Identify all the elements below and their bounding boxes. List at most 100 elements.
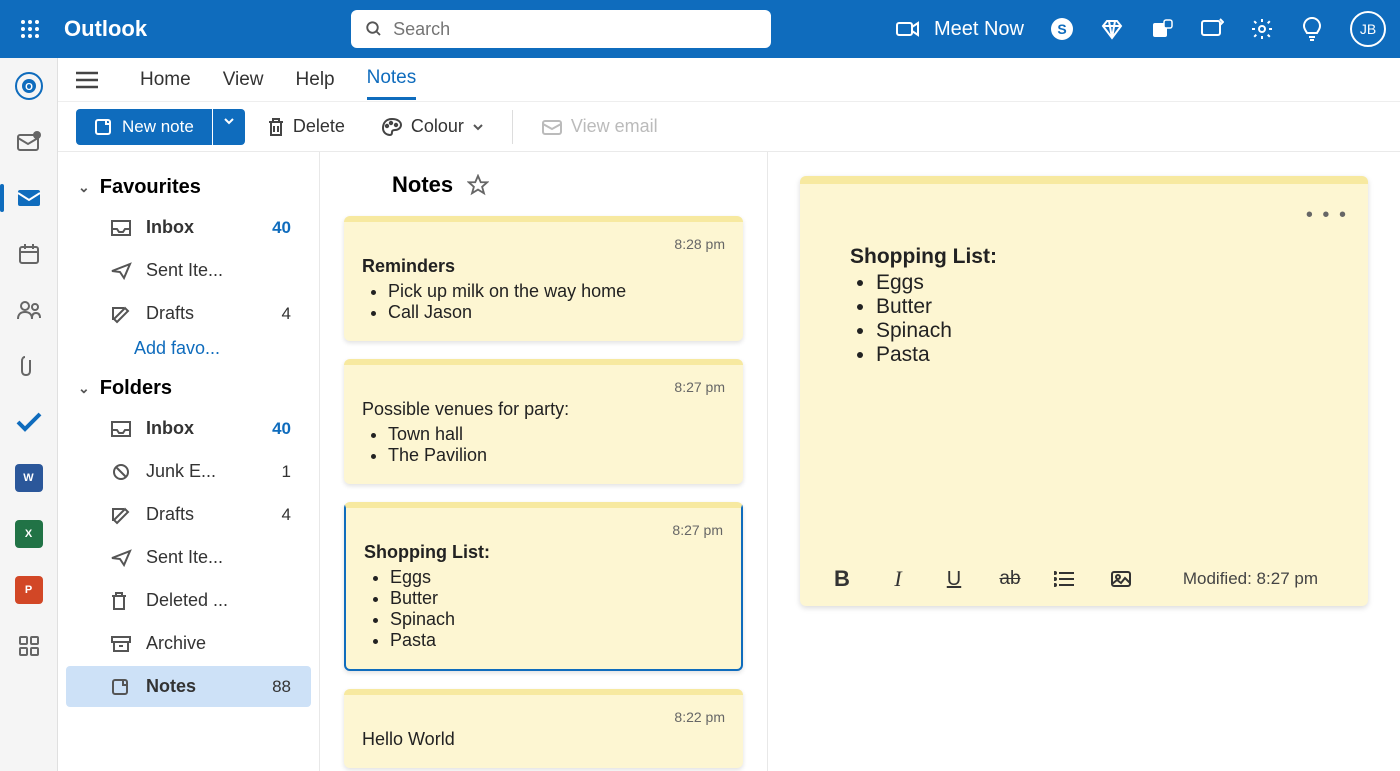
folder-count: 4 bbox=[282, 505, 291, 525]
note-body: RemindersPick up milk on the way homeCal… bbox=[362, 256, 725, 323]
new-note-dropdown[interactable] bbox=[213, 109, 245, 145]
note-card[interactable]: 8:27 pm Possible venues for party:Town ha… bbox=[344, 359, 743, 484]
trash-icon bbox=[110, 591, 132, 611]
folder-notes[interactable]: Notes 88 bbox=[66, 666, 311, 707]
folder-label: Sent Ite... bbox=[146, 260, 223, 281]
note-card[interactable]: 8:28 pmRemindersPick up milk on the way … bbox=[344, 216, 743, 341]
folder-label: Notes bbox=[146, 676, 196, 697]
notes-icon bbox=[110, 677, 132, 697]
tab-home[interactable]: Home bbox=[140, 61, 191, 99]
folder-junk[interactable]: Junk E... 1 bbox=[66, 451, 311, 492]
email-icon bbox=[541, 118, 563, 136]
bold-button[interactable]: B bbox=[830, 566, 854, 592]
list-button[interactable] bbox=[1054, 571, 1078, 587]
rail-mail-icon[interactable] bbox=[11, 180, 47, 216]
folder-count: 88 bbox=[272, 677, 291, 697]
settings-icon[interactable] bbox=[1250, 17, 1274, 41]
draft-icon bbox=[110, 304, 132, 324]
image-button[interactable] bbox=[1110, 570, 1134, 588]
skype-icon[interactable]: S bbox=[1050, 17, 1074, 41]
tab-view[interactable]: View bbox=[223, 61, 264, 99]
folder-count: 4 bbox=[282, 304, 291, 324]
premium-icon[interactable] bbox=[1100, 17, 1124, 41]
rail-outlook-icon[interactable]: O bbox=[11, 68, 47, 104]
note-card[interactable]: 8:22 pmHello World bbox=[344, 689, 743, 768]
folder-sent-fav[interactable]: Sent Ite... bbox=[66, 250, 311, 291]
search-input[interactable] bbox=[393, 19, 757, 40]
favourites-section[interactable]: ⌄ Favourites bbox=[58, 170, 319, 205]
rail-people-icon[interactable] bbox=[11, 292, 47, 328]
folder-count: 40 bbox=[272, 218, 291, 238]
colour-button[interactable]: Colour bbox=[367, 108, 498, 145]
folder-label: Junk E... bbox=[146, 461, 216, 482]
folder-label: Drafts bbox=[146, 504, 194, 525]
folder-deleted[interactable]: Deleted ... bbox=[66, 580, 311, 621]
folder-inbox[interactable]: Inbox 40 bbox=[66, 408, 311, 449]
user-avatar[interactable]: JB bbox=[1350, 11, 1386, 47]
folder-label: Archive bbox=[146, 633, 206, 654]
send-icon bbox=[110, 549, 132, 567]
note-editor[interactable]: • • • Shopping List: EggsButterSpinachPa… bbox=[800, 176, 1368, 606]
svg-text:S: S bbox=[1057, 21, 1066, 37]
folder-sent[interactable]: Sent Ite... bbox=[66, 537, 311, 578]
note-menu-icon[interactable]: • • • bbox=[850, 204, 1348, 227]
archive-icon bbox=[110, 635, 132, 653]
video-icon bbox=[896, 20, 920, 38]
app-launcher-icon[interactable] bbox=[14, 13, 46, 45]
note-body: Possible venues for party:Town hallThe P… bbox=[362, 399, 725, 466]
rail-powerpoint-icon[interactable]: P bbox=[11, 572, 47, 608]
italic-button[interactable]: I bbox=[886, 566, 910, 592]
favourites-label: Favourites bbox=[100, 176, 201, 199]
delete-label: Delete bbox=[293, 116, 345, 137]
chevron-down-icon: ⌄ bbox=[78, 380, 90, 397]
tab-notes[interactable]: Notes bbox=[367, 59, 417, 100]
folder-label: Inbox bbox=[146, 418, 194, 439]
junk-icon bbox=[110, 463, 132, 481]
folders-label: Folders bbox=[100, 377, 172, 400]
folders-section[interactable]: ⌄ Folders bbox=[58, 371, 319, 406]
note-body: Shopping List:EggsButterSpinachPasta bbox=[364, 542, 723, 651]
notes-list-title: Notes bbox=[392, 172, 453, 198]
rail-calendar-icon[interactable] bbox=[11, 236, 47, 272]
modified-timestamp: Modified: 8:27 pm bbox=[1183, 569, 1318, 589]
note-content[interactable]: Shopping List: EggsButterSpinachPasta bbox=[850, 245, 1318, 546]
folder-label: Deleted ... bbox=[146, 590, 228, 611]
star-icon[interactable] bbox=[467, 174, 489, 196]
new-note-label: New note bbox=[122, 117, 194, 137]
rail-more-apps-icon[interactable] bbox=[11, 628, 47, 664]
note-card[interactable]: 8:27 pmShopping List:EggsButterSpinachPa… bbox=[344, 502, 743, 671]
view-email-button: View email bbox=[527, 108, 672, 145]
strikethrough-button[interactable]: ab bbox=[998, 568, 1022, 590]
rail-excel-icon[interactable]: X bbox=[11, 516, 47, 552]
palette-icon bbox=[381, 117, 403, 137]
hamburger-menu[interactable] bbox=[76, 71, 98, 89]
folder-label: Sent Ite... bbox=[146, 547, 223, 568]
tab-help[interactable]: Help bbox=[296, 61, 335, 99]
folder-count: 1 bbox=[282, 462, 291, 482]
rail-word-icon[interactable]: W bbox=[11, 460, 47, 496]
new-note-button[interactable]: New note bbox=[76, 109, 212, 145]
rail-new-mail-icon[interactable]: + bbox=[11, 124, 47, 160]
search-box[interactable] bbox=[351, 10, 771, 48]
view-email-label: View email bbox=[571, 116, 658, 137]
chevron-down-icon: ⌄ bbox=[78, 179, 90, 196]
folder-drafts-fav[interactable]: Drafts 4 bbox=[66, 293, 311, 334]
tips-icon[interactable] bbox=[1300, 17, 1324, 41]
folder-drafts[interactable]: Drafts 4 bbox=[66, 494, 311, 535]
meet-now-button[interactable]: Meet Now bbox=[896, 18, 1024, 41]
rail-files-icon[interactable] bbox=[11, 348, 47, 384]
teams-icon[interactable] bbox=[1150, 17, 1174, 41]
delete-button[interactable]: Delete bbox=[253, 108, 359, 145]
trash-icon bbox=[267, 117, 285, 137]
note-time: 8:27 pm bbox=[362, 379, 725, 395]
whiteboard-icon[interactable] bbox=[1200, 17, 1224, 41]
search-icon bbox=[365, 20, 383, 38]
rail-todo-icon[interactable] bbox=[11, 404, 47, 440]
underline-button[interactable]: U bbox=[942, 568, 966, 591]
folder-archive[interactable]: Archive bbox=[66, 623, 311, 664]
app-name: Outlook bbox=[64, 16, 147, 42]
note-title: Shopping List: bbox=[850, 245, 1318, 269]
add-favourites-link[interactable]: Add favo... bbox=[58, 338, 319, 359]
folder-inbox-fav[interactable]: Inbox 40 bbox=[66, 207, 311, 248]
note-time: 8:22 pm bbox=[362, 709, 725, 725]
